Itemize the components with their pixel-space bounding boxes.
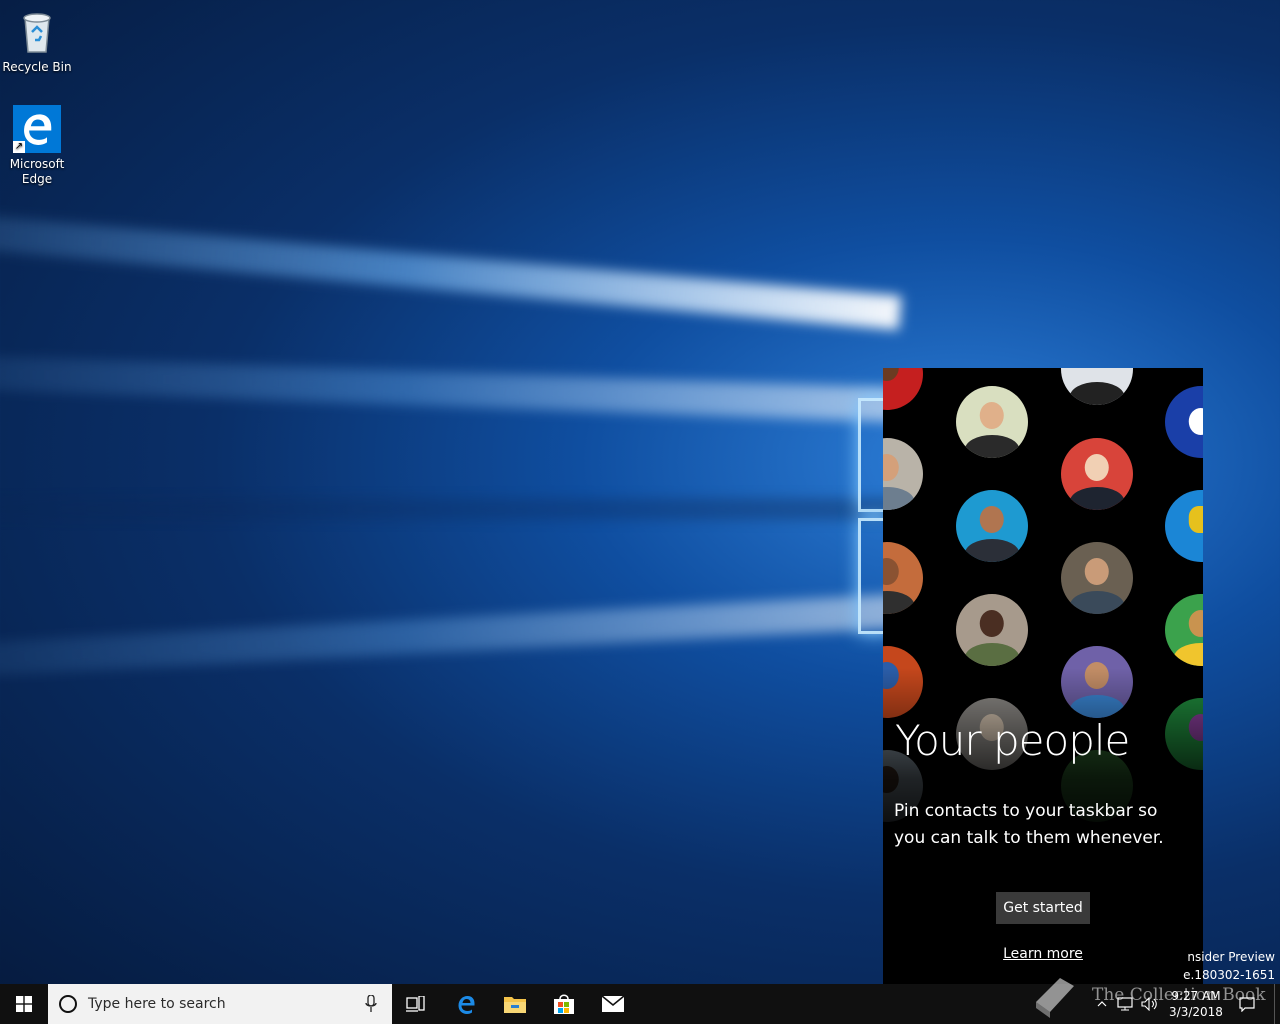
wallpaper-beam (0, 200, 902, 330)
contact-avatar (1165, 386, 1203, 458)
file-explorer-icon (504, 997, 526, 1013)
search-placeholder: Type here to search (88, 996, 226, 1012)
clock-button[interactable]: 9:27 AM 3/3/2018 (1164, 984, 1228, 1024)
microphone-icon[interactable] (365, 995, 377, 1013)
network-icon (1117, 997, 1133, 1011)
wallpaper-beam (0, 349, 901, 422)
start-button[interactable] (0, 984, 48, 1024)
contact-avatar (956, 594, 1028, 666)
flyout-description: Pin contacts to your taskbar so you can … (894, 801, 1164, 848)
edge-icon (458, 996, 475, 1014)
contact-avatar (1061, 438, 1133, 510)
task-view-icon (406, 996, 425, 1012)
taskbar-mail-button[interactable] (589, 984, 637, 1024)
windows-logo-icon (16, 996, 32, 1012)
shortcut-arrow-icon: ↗ (13, 141, 25, 153)
taskbar-search-box[interactable]: Type here to search (48, 984, 392, 1024)
contact-avatar (883, 368, 923, 410)
action-center-icon (1239, 996, 1255, 1012)
recycle-bin-icon (13, 8, 61, 56)
mail-icon (601, 995, 625, 1012)
learn-more-label: Learn more (1003, 946, 1083, 962)
contact-avatar (1061, 542, 1133, 614)
desktop-icon-edge[interactable]: ↗ Microsoft Edge (1, 105, 73, 187)
wallpaper-beam (0, 498, 900, 520)
get-started-button[interactable]: Get started (996, 892, 1090, 924)
learn-more-link[interactable]: Learn more (883, 946, 1203, 962)
desktop-icon-recycle-bin[interactable]: Recycle Bin (1, 8, 73, 75)
show-desktop-button[interactable] (1274, 984, 1280, 1024)
edge-icon: ↗ (13, 105, 61, 153)
taskbar-edge-button[interactable] (442, 984, 490, 1024)
network-button[interactable] (1114, 984, 1136, 1024)
store-icon (554, 994, 574, 1014)
desktop-icon-label: Recycle Bin (2, 60, 72, 74)
people-flyout: Your people Pin contacts to your taskbar… (883, 368, 1203, 984)
contact-avatar (1061, 368, 1133, 405)
taskbar-file-explorer-button[interactable] (491, 984, 539, 1024)
contact-avatar (956, 386, 1028, 458)
taskbar-store-button[interactable] (540, 984, 588, 1024)
taskbar: Type here to search The Collection Book … (0, 978, 1280, 1024)
desktop-icon-label: Microsoft Edge (9, 157, 65, 186)
contact-avatar (1165, 490, 1203, 562)
cortana-icon (59, 995, 77, 1013)
volume-button[interactable] (1138, 984, 1162, 1024)
chevron-up-icon (1097, 1001, 1107, 1007)
contact-avatar (883, 542, 923, 614)
clock-date: 3/3/2018 (1169, 1005, 1223, 1019)
wallpaper-beam (0, 594, 901, 686)
volume-icon (1141, 997, 1157, 1011)
show-hidden-icons-button[interactable] (1092, 984, 1112, 1024)
contact-avatar (883, 438, 923, 510)
flyout-title: Your people (895, 716, 1130, 765)
contact-avatar (956, 490, 1028, 562)
book-icon (1036, 978, 1074, 1018)
task-view-button[interactable] (392, 984, 440, 1024)
contact-avatar (1165, 594, 1203, 666)
action-center-button[interactable] (1232, 984, 1262, 1024)
clock-time: 9:27 AM (1171, 989, 1221, 1003)
insider-preview-watermark: nsider Preview (1187, 950, 1275, 964)
